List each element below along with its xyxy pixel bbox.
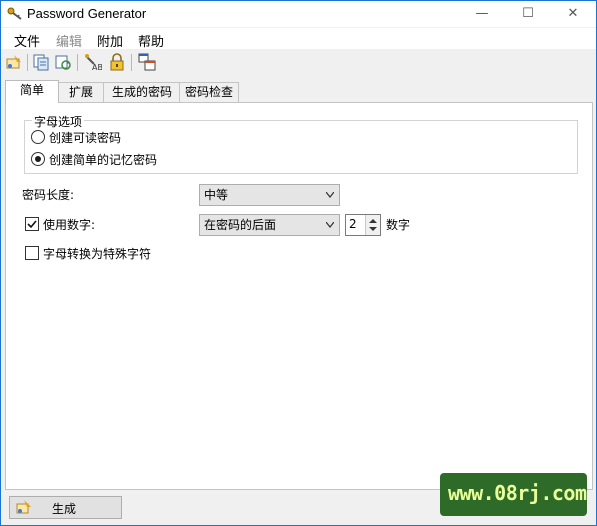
digits-unit-label: 数字 — [386, 218, 411, 232]
special-chars-checkbox[interactable] — [25, 246, 39, 260]
watermark-badge: www.08rj.com — [440, 473, 587, 516]
tab-extended[interactable]: 扩展 — [57, 82, 105, 102]
tab-simple[interactable]: 简单 — [5, 80, 59, 103]
digits-position-select[interactable]: 在密码的后面 — [199, 214, 340, 236]
toolbar-separator — [131, 54, 132, 71]
close-button[interactable]: ✕ — [550, 1, 596, 27]
letter-options-group: 字母选项 创建可读密码 创建简单的记忆密码 — [24, 113, 578, 174]
digit-count-value: 2 — [349, 217, 357, 231]
digit-count-stepper[interactable]: 2 — [345, 214, 381, 236]
menu-bar: 文件 编辑 附加 帮助 — [1, 28, 596, 50]
menu-extra[interactable]: 附加 — [97, 31, 123, 50]
radio-label: 创建简单的记忆密码 — [49, 153, 158, 167]
tab-generated-passwords[interactable]: 生成的密码 — [103, 82, 181, 102]
chevron-down-icon — [326, 222, 334, 228]
copy-list-icon[interactable] — [32, 53, 50, 71]
stepper-up-icon[interactable] — [369, 219, 377, 223]
tab-panel-simple: 字母选项 创建可读密码 创建简单的记忆密码 密码长度: 中等 使用数字: 在密码… — [5, 102, 593, 490]
chevron-down-icon — [326, 192, 334, 198]
generate-icon — [16, 500, 31, 514]
radio-button[interactable] — [31, 152, 45, 166]
stepper-down-icon[interactable] — [369, 227, 377, 231]
radio-label: 创建可读密码 — [49, 131, 122, 145]
window-title: Password Generator — [27, 6, 147, 21]
menu-help[interactable]: 帮助 — [138, 31, 164, 50]
menu-edit[interactable]: 编辑 — [56, 31, 82, 50]
toolbar: AB — [1, 50, 596, 76]
password-length-value: 中等 — [204, 188, 229, 202]
special-chars-label: 字母转换为特殊字符 — [43, 247, 152, 261]
watermark-text: www.08rj.com — [448, 481, 587, 505]
checkmark-icon — [27, 220, 37, 229]
digits-position-value: 在密码的后面 — [204, 218, 277, 232]
toolbar-separator — [27, 54, 28, 71]
password-length-label: 密码长度: — [22, 188, 75, 202]
generate-button[interactable]: 生成 — [9, 496, 122, 519]
use-digits-label: 使用数字: — [43, 218, 96, 232]
stepper-buttons[interactable] — [365, 215, 380, 235]
password-test-icon[interactable]: AB — [84, 53, 102, 71]
tab-password-check[interactable]: 密码检查 — [179, 82, 239, 102]
radio-readable-password[interactable]: 创建可读密码 — [31, 129, 231, 145]
password-length-select[interactable]: 中等 — [199, 184, 340, 206]
toolbar-separator — [77, 54, 78, 71]
radio-simple-memorable-password[interactable]: 创建简单的记忆密码 — [31, 151, 251, 167]
radio-button[interactable] — [31, 130, 45, 144]
use-digits-checkbox[interactable] — [25, 217, 39, 231]
maximize-button[interactable]: ☐ — [505, 1, 551, 27]
password-generator-window: Password Generator — ☐ ✕ 文件 编辑 附加 帮助 AB … — [0, 0, 597, 526]
letter-options-title: 字母选项 — [32, 113, 85, 130]
generate-button-label: 生成 — [52, 502, 77, 516]
refresh-list-icon[interactable] — [54, 53, 72, 71]
radio-selected-dot — [35, 156, 41, 162]
svg-text:AB: AB — [92, 63, 102, 71]
windows-icon[interactable] — [138, 53, 156, 71]
title-bar: Password Generator — ☐ ✕ — [1, 1, 596, 27]
lock-icon[interactable] — [108, 53, 126, 71]
menu-file[interactable]: 文件 — [14, 31, 40, 50]
key-icon — [7, 7, 22, 20]
tab-strip: 简单 扩展 生成的密码 密码检查 — [5, 80, 305, 103]
minimize-button[interactable]: — — [459, 1, 505, 27]
generate-icon[interactable] — [5, 53, 23, 71]
